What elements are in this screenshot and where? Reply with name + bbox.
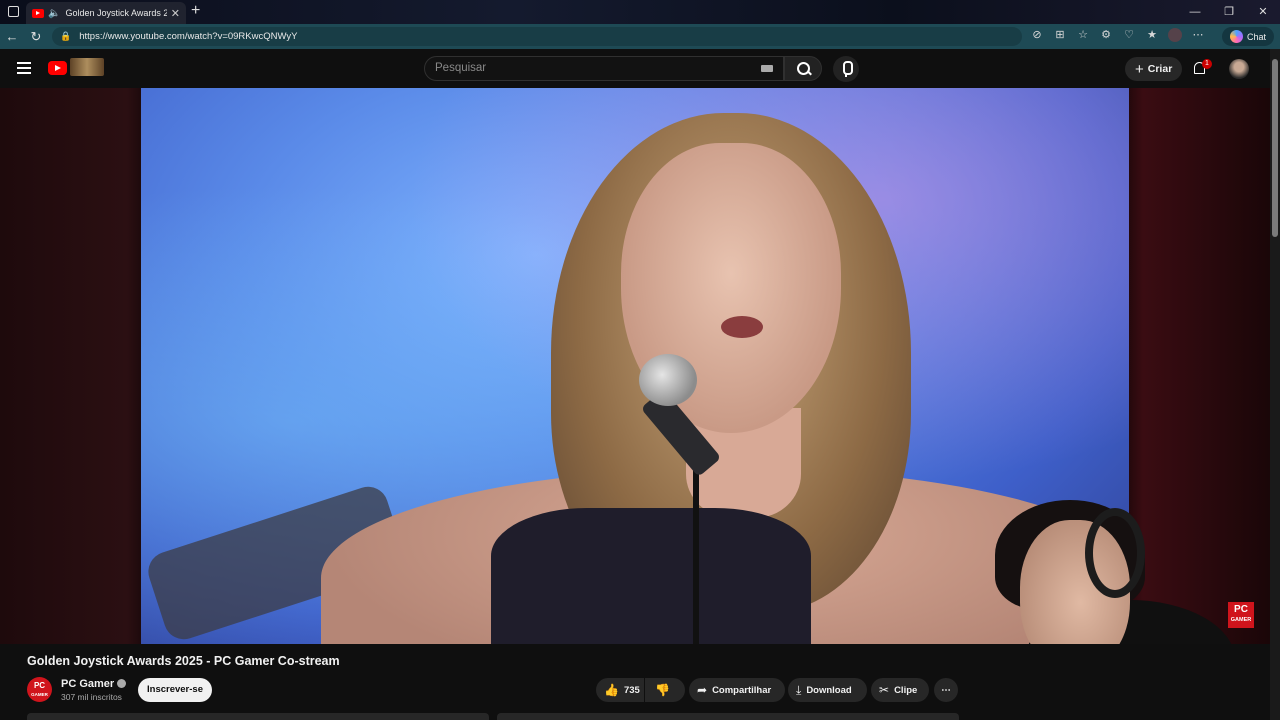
download-label: Download	[806, 684, 852, 696]
tab-title: Golden Joystick Awards 2025	[65, 8, 167, 18]
favorite-star-icon[interactable]: ☆	[1076, 28, 1090, 45]
thumbs-down-icon: 👎	[655, 683, 670, 697]
tracking-icon[interactable]: ⊘	[1030, 28, 1044, 45]
scrollbar-thumb[interactable]	[1272, 59, 1278, 237]
copilot-chat-button[interactable]: Chat	[1221, 27, 1274, 46]
plus-icon: +	[1135, 60, 1144, 78]
voice-search-button[interactable]	[833, 56, 859, 82]
chat-box-edge	[497, 713, 959, 720]
pc-gamer-watermark: PC GAMER	[1228, 602, 1254, 628]
download-button[interactable]: ⤓ Download	[788, 678, 867, 702]
browser-essentials-icon[interactable]: ♡	[1122, 28, 1136, 45]
browser-tab[interactable]: 🔈 Golden Joystick Awards 2025 ✕	[26, 2, 186, 24]
channel-avatar[interactable]: PC GAMER	[27, 677, 52, 702]
clip-label: Clipe	[894, 684, 918, 696]
watermark-bottom: GAMER	[1230, 617, 1252, 623]
window-controls: — ❐ ✕	[1178, 0, 1280, 24]
close-tab-icon[interactable]: ✕	[171, 7, 180, 20]
microphone	[639, 354, 697, 406]
description-box-edge	[27, 713, 489, 720]
scissors-icon: ✂	[879, 683, 890, 697]
verified-icon	[117, 679, 127, 688]
url-text: https://www.youtube.com/watch?v=09RKwcQN…	[79, 31, 298, 42]
more-actions-button[interactable]: ⋯	[934, 678, 958, 702]
youtube-logo-icon[interactable]	[48, 61, 67, 75]
copilot-icon	[1229, 30, 1243, 43]
back-icon[interactable]: ←	[0, 29, 24, 44]
search-button[interactable]	[784, 56, 822, 81]
close-window-icon[interactable]: ✕	[1246, 0, 1280, 24]
watermark-top: PC	[1234, 604, 1248, 615]
share-label: Compartilhar	[712, 684, 772, 696]
refresh-icon[interactable]: ↻	[24, 29, 48, 45]
channel-name-link[interactable]: PC Gamer	[61, 678, 127, 690]
channel-avatar-bottom: GAMER	[31, 692, 48, 697]
like-button[interactable]: 👍 735	[596, 678, 644, 702]
keyboard-icon[interactable]	[761, 65, 773, 72]
like-count: 735	[623, 684, 640, 696]
youtube-favicon-icon	[32, 8, 44, 18]
create-label: Criar	[1147, 63, 1173, 75]
thumbs-up-icon: 👍	[604, 683, 619, 697]
share-button[interactable]: ➦ Compartilhar	[689, 678, 785, 702]
more-icon: ⋯	[941, 684, 951, 696]
microphone-stand	[693, 458, 699, 644]
youtube-header: Pesquisar + Criar	[0, 49, 1280, 88]
channel-avatar-top: PC	[33, 681, 46, 690]
site-info-icon[interactable]: 🔒	[60, 31, 71, 42]
subscriber-count: 307 mil inscritos	[61, 692, 122, 702]
youtube-doodle[interactable]	[70, 58, 104, 76]
browser-tabbar: 🔈 Golden Joystick Awards 2025 ✕ + — ❐ ✕	[0, 0, 1280, 24]
video-player[interactable]	[141, 88, 1129, 644]
more-menu-icon[interactable]: ⋯	[1191, 28, 1205, 45]
favorites-icon[interactable]: ★	[1145, 28, 1159, 45]
dislike-button[interactable]: 👎	[645, 678, 685, 702]
new-tab-button[interactable]: +	[191, 2, 200, 20]
minimize-icon[interactable]: —	[1178, 0, 1212, 24]
profile-icon[interactable]	[1168, 28, 1182, 45]
share-icon: ➦	[697, 683, 708, 697]
chat-label: Chat	[1246, 31, 1266, 42]
download-icon: ⤓	[796, 682, 802, 697]
channel-name: PC Gamer	[61, 678, 115, 690]
url-field[interactable]: 🔒 https://www.youtube.com/watch?v=09RKwc…	[52, 27, 1022, 46]
search-input[interactable]: Pesquisar	[424, 56, 784, 81]
video-title: Golden Joystick Awards 2025 - PC Gamer C…	[27, 654, 340, 668]
clip-button[interactable]: ✂ Clipe	[871, 678, 929, 702]
address-bar: ← ↻ 🔒 https://www.youtube.com/watch?v=09…	[0, 24, 1280, 49]
maximize-icon[interactable]: ❐	[1212, 0, 1246, 24]
account-avatar[interactable]	[1229, 59, 1249, 79]
window-menu-icon[interactable]	[8, 6, 19, 17]
address-bar-icons: ⊘ ⊞ ☆ ⚙ ♡ ★ ⋯	[1030, 28, 1205, 45]
notification-badge: 1	[1202, 59, 1212, 69]
speaker-icon[interactable]: 🔈	[48, 8, 60, 19]
menu-icon[interactable]	[17, 62, 31, 74]
headset	[1085, 508, 1145, 598]
create-button[interactable]: + Criar	[1125, 57, 1183, 81]
extensions-icon[interactable]: ⚙	[1099, 28, 1113, 45]
page-scrollbar[interactable]	[1270, 49, 1280, 720]
subscribe-button[interactable]: Inscrever-se	[138, 678, 212, 702]
apps-icon[interactable]: ⊞	[1053, 28, 1067, 45]
